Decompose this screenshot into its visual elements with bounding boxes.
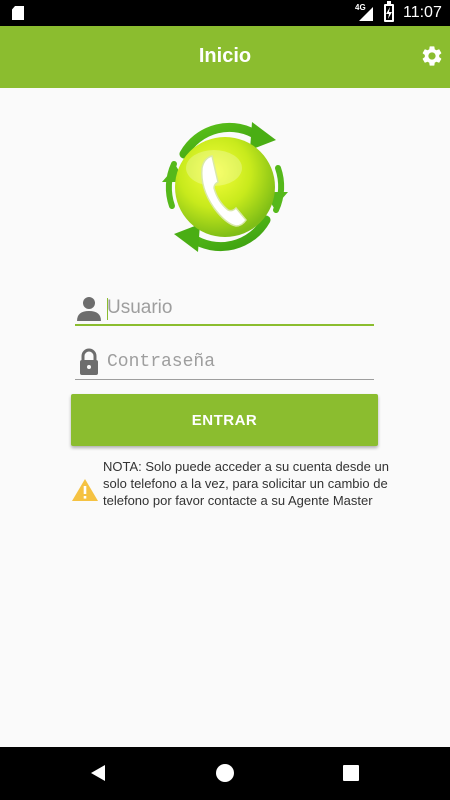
page-title: Inicio: [198, 45, 252, 67]
lock-icon: [80, 348, 98, 375]
username-underline: [75, 324, 374, 326]
user-icon: [77, 297, 101, 321]
password-field[interactable]: [75, 344, 374, 380]
sd-card-icon: [12, 6, 24, 20]
warning-icon: [72, 479, 98, 501]
nav-bar: [0, 747, 450, 800]
status-bar: 4G 11:07: [0, 0, 450, 26]
note-text: NOTA: Solo puede acceder a su cuenta des…: [103, 459, 389, 508]
signal-icon: [359, 7, 373, 21]
password-input[interactable]: [107, 348, 369, 376]
text-cursor: [107, 298, 108, 320]
battery-charging-icon: [384, 1, 394, 22]
status-clock: 11:07: [403, 4, 442, 21]
password-underline: [75, 379, 374, 380]
phone-refresh-logo: [162, 122, 288, 252]
gear-icon[interactable]: [420, 44, 444, 68]
home-icon[interactable]: [216, 764, 234, 782]
recents-icon[interactable]: [343, 765, 359, 781]
enter-button[interactable]: ENTRAR: [71, 394, 378, 446]
username-field[interactable]: [75, 290, 374, 326]
app-bar: Inicio: [0, 26, 450, 88]
back-icon[interactable]: [89, 764, 107, 782]
username-input[interactable]: [107, 294, 369, 322]
